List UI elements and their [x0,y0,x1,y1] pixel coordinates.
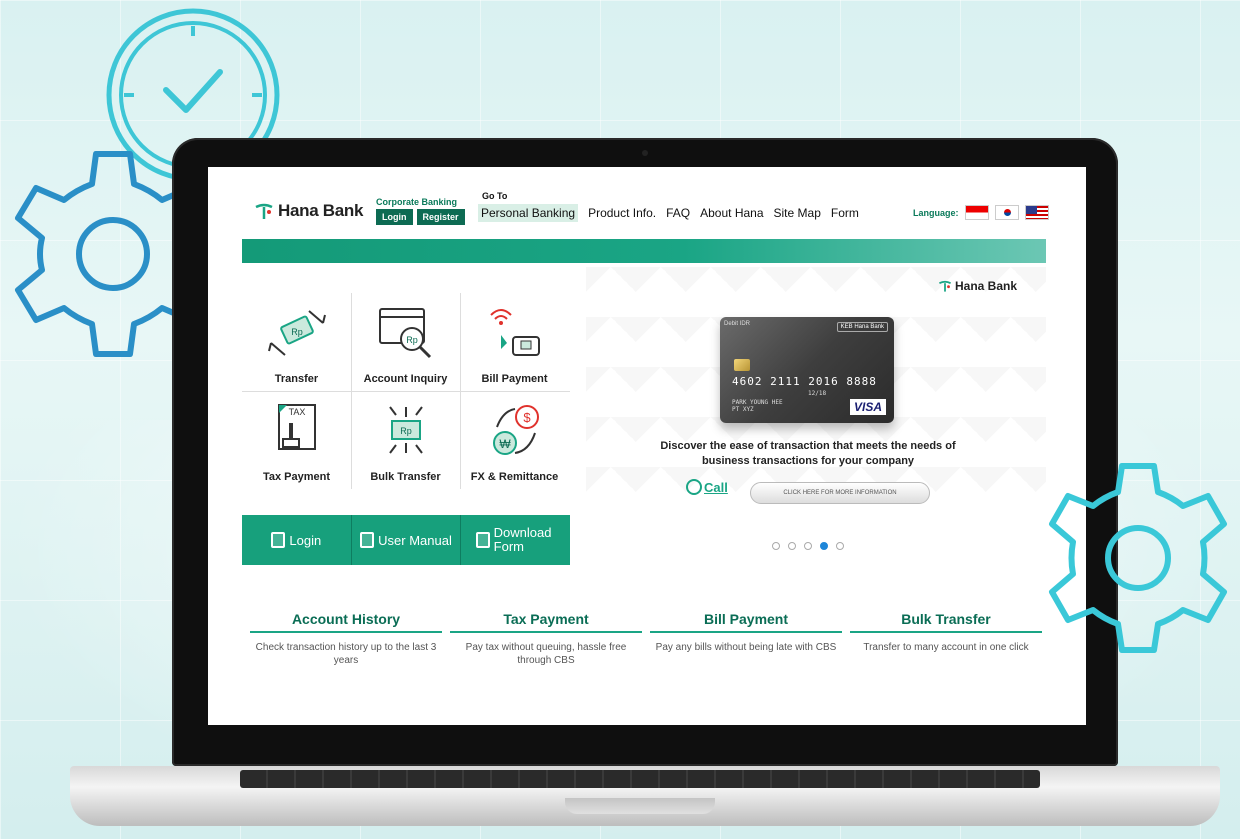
card-number: 4602 2111 2016 8888 [732,375,877,388]
hana-logo[interactable]: Hana Bank [254,201,363,221]
action-bar: Login User Manual Download Form [242,515,570,565]
service-grid: Rp Transfer Rp Account Inquiry Bill Paym… [242,293,570,489]
download-form-label: Download Form [493,525,552,554]
transfer-icon: Rp [267,310,326,356]
gear-icon [1049,463,1227,653]
feature-title: Account History [250,611,442,633]
nav-site-map[interactable]: Site Map [774,206,821,220]
carousel-dot[interactable] [772,542,780,550]
feature-desc: Transfer to many account in one click [863,642,1029,653]
header-green-bar [242,239,1046,263]
nav-faq[interactable]: FAQ [666,206,690,220]
service-label: Bulk Transfer [370,471,441,483]
svg-text:TAX: TAX [288,407,305,417]
fx-remittance-icon: $₩ [492,405,539,455]
user-manual-button[interactable]: User Manual [352,515,462,565]
laptop-screen: Hana Bank Corporate Banking Login Regist… [208,167,1086,725]
more-info-button[interactable]: CLICK HERE FOR MORE INFORMATION [750,482,930,504]
id-flag-icon[interactable] [964,205,989,220]
login-label: Login [289,532,322,548]
corporate-banking: Corporate Banking Login Register [376,197,465,225]
svg-text:Rp: Rp [291,327,303,337]
feature-desc: Pay tax without queuing, hassle free thr… [465,642,627,666]
nav-about-hana[interactable]: About Hana [700,206,763,220]
corporate-login-button[interactable]: Login [376,209,413,225]
hana-logo-icon [939,280,951,292]
nav-product-info[interactable]: Product Info. [588,206,656,220]
service-label: Account Inquiry [363,373,448,385]
card-chip-icon [734,359,750,371]
carousel-dot[interactable] [804,542,812,550]
banner-brand-text: Hana Bank [955,279,1018,293]
card-top-label: Debit IDR [724,321,751,327]
user-manual-icon [360,532,375,548]
language-label: Language: [913,207,959,218]
feature-bulk-transfer[interactable]: Bulk Transfer Transfer to many account i… [850,611,1042,667]
feature-title: Bill Payment [650,611,842,633]
camera [642,150,648,156]
banner-brand: Hana Bank [938,279,1017,293]
keyboard [240,770,1040,788]
bill-payment-icon [489,309,540,356]
nav-form[interactable]: Form [831,206,859,220]
logo-text: Hana Bank [278,201,364,220]
download-form-button[interactable]: Download Form [461,515,570,565]
login-button[interactable]: Login [242,515,352,565]
main-nav: Personal Banking Product Info. FAQ About… [478,204,859,222]
service-bulk-transfer[interactable]: Rp Bulk Transfer [351,391,460,489]
debit-card: Debit IDR KEB Hana Bank 4602 2111 2016 8… [720,317,894,423]
service-fx-remittance[interactable]: $ ₩ FX & Remittance [460,391,569,489]
tax-payment-icon: TAX [277,404,316,450]
goto-label: Go To [482,191,508,201]
kr-flag-icon[interactable] [994,205,1019,220]
nav-personal-banking[interactable]: Personal Banking [478,204,579,222]
site-header: Hana Bank Corporate Banking Login Regist… [208,185,1086,235]
account-inquiry-icon: Rp [378,308,431,359]
feature-title: Bulk Transfer [850,611,1042,633]
features-row: Account History Check transaction histor… [250,611,1042,667]
laptop-notch [565,798,715,814]
call-label: Call [704,479,728,495]
service-label: FX & Remittance [470,471,559,483]
service-label: Tax Payment [262,471,331,483]
visa-logo: VISA [849,399,886,415]
service-account-inquiry[interactable]: Rp Account Inquiry [351,293,460,391]
hana-logo-icon [255,203,273,219]
feature-tax-payment[interactable]: Tax Payment Pay tax without queuing, has… [450,611,642,667]
phone-icon [686,479,702,495]
svg-text:Rp: Rp [400,426,412,436]
feature-title: Tax Payment [450,611,642,633]
card-holder: PARK YOUNG HEE PT XYZ [732,399,783,413]
service-transfer[interactable]: Rp Transfer [242,293,351,391]
card-brand: KEB Hana Bank [836,322,888,332]
feature-desc: Check transaction history up to the last… [255,642,437,666]
lock-icon [271,532,286,548]
carousel-dots [772,542,844,550]
document-icon [475,532,490,548]
bulk-transfer-icon: Rp [388,406,423,454]
corporate-register-button[interactable]: Register [416,209,465,225]
svg-text:Rp: Rp [406,335,418,345]
carousel-dot-active[interactable] [820,542,828,550]
feature-desc: Pay any bills without being late with CB… [655,642,837,653]
feature-account-history[interactable]: Account History Check transaction histor… [250,611,442,667]
service-label: Bill Payment [481,373,548,385]
service-tax-payment[interactable]: TAX Tax Payment [242,391,351,489]
service-label: Transfer [274,373,319,385]
us-flag-icon[interactable] [1024,205,1049,220]
card-expiry: 12/18 [808,390,827,397]
language-selector: Language: [913,205,1049,220]
svg-text:₩: ₩ [499,437,511,451]
feature-bill-payment[interactable]: Bill Payment Pay any bills without being… [650,611,842,667]
corporate-label: Corporate Banking [376,197,458,207]
service-bill-payment[interactable]: Bill Payment [460,293,569,391]
call-link[interactable]: Call [686,479,728,495]
svg-text:$: $ [523,410,531,425]
banner-tagline: Discover the ease of transaction that me… [660,440,956,467]
user-manual-label: User Manual [378,532,452,548]
carousel-dot[interactable] [836,542,844,550]
carousel-dot[interactable] [788,542,796,550]
